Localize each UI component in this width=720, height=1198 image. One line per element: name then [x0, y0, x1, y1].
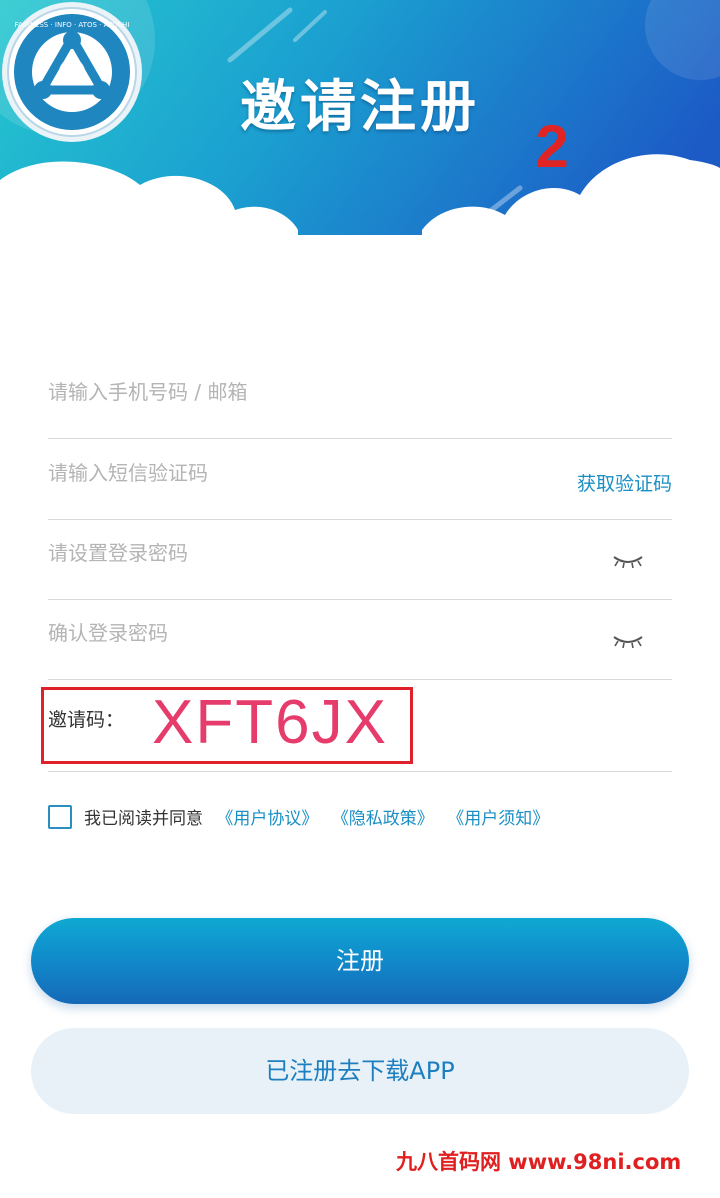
privacy-policy-link[interactable]: 《隐私政策》 — [332, 809, 434, 829]
user-agreement-link[interactable]: 《用户协议》 — [216, 809, 318, 829]
invite-code-divider — [48, 771, 672, 772]
confirm-password-field[interactable] — [48, 599, 672, 680]
get-code-button[interactable]: 获取验证码 — [577, 469, 672, 496]
step-number-annotation: 2 — [535, 113, 569, 180]
agreement-prefix: 我已阅读并同意 — [84, 809, 203, 829]
password-input[interactable] — [48, 541, 528, 565]
atoshi-logo-icon: FAIRNESS · INFO · ATOS · ATOSHI — [2, 2, 142, 142]
phone-email-input[interactable] — [48, 380, 528, 404]
download-app-button[interactable]: 已注册去下载APP — [31, 1028, 689, 1114]
invite-code-highlight-box — [41, 687, 413, 764]
password-field[interactable] — [48, 519, 672, 600]
eye-closed-icon[interactable] — [612, 634, 644, 648]
user-notice-link[interactable]: 《用户须知》 — [447, 809, 549, 829]
watermark-text: 九八首码网 www.98ni.com — [396, 1150, 682, 1174]
logo-ring-text: FAIRNESS · INFO · ATOS · ATOSHI — [15, 21, 130, 29]
phone-email-field[interactable] — [48, 358, 672, 439]
sms-code-field[interactable]: 获取验证码 — [48, 439, 672, 520]
confirm-password-input[interactable] — [48, 621, 528, 645]
agreement-text: 我已阅读并同意 《用户协议》 《隐私政策》 《用户须知》 — [84, 804, 549, 829]
header-banner: 邀请注册 2 FAIRNESS · INFO · ATOS · ATOSHI — [0, 0, 720, 345]
register-button[interactable]: 注册 — [31, 918, 689, 1004]
sms-code-input[interactable] — [48, 461, 528, 485]
eye-closed-icon[interactable] — [612, 554, 644, 568]
agreement-checkbox[interactable] — [48, 805, 72, 829]
